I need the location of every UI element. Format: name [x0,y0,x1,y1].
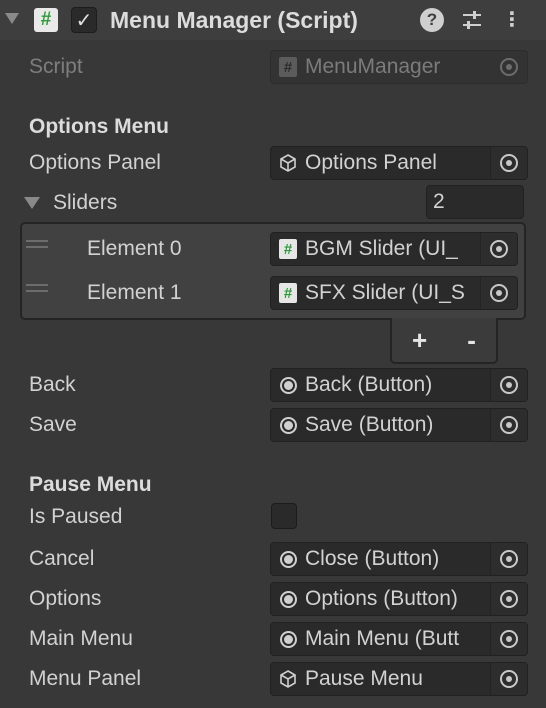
script-field: # MenuManager [270,50,528,84]
object-picker-button[interactable] [490,369,527,401]
list-add-remove-footer: + - [390,318,498,364]
script-icon: # [34,8,58,32]
save-label: Save [29,413,77,436]
target-icon [490,240,508,258]
button-icon [279,376,297,394]
target-icon [500,416,518,434]
element-0-label: Element 0 [87,237,182,260]
script-field-value: MenuManager [305,55,441,78]
main-menu-value: Main Menu (Butt [305,627,460,650]
object-picker-button[interactable] [490,663,527,695]
target-icon [490,284,508,302]
cancel-field[interactable]: Close (Button) [270,542,528,576]
options-panel-value: Options Panel [305,151,437,174]
element-1-label: Element 1 [87,281,182,304]
script-icon: # [279,239,297,259]
options-menu-header: Options Menu [29,115,169,138]
element-1-value: SFX Slider (UI_S [305,281,465,304]
back-field[interactable]: Back (Button) [270,368,528,402]
is-paused-label: Is Paused [29,505,123,528]
options-label: Options [29,587,102,610]
object-picker-button[interactable] [490,409,527,441]
sliders-size-field[interactable]: 2 [426,185,524,219]
menu-panel-label: Menu Panel [29,667,142,690]
object-picker-button [491,51,527,83]
target-icon [500,550,518,568]
target-icon [500,590,518,608]
remove-element-button[interactable]: - [467,325,476,355]
options-panel-field[interactable]: Options Panel [270,146,528,180]
options-panel-label: Options Panel [29,151,161,174]
menu-panel-field[interactable]: Pause Menu [270,662,528,696]
button-icon [279,590,297,608]
presets-settings-icon[interactable] [460,8,484,38]
object-picker-button[interactable] [490,623,527,655]
object-picker-button[interactable] [480,233,517,265]
object-picker-button[interactable] [480,277,517,309]
menu-panel-value: Pause Menu [305,667,423,690]
element-0-value: BGM Slider (UI_ [305,237,458,260]
element-1-field[interactable]: # SFX Slider (UI_S [270,276,518,310]
back-value: Back (Button) [305,373,433,396]
is-paused-checkbox[interactable] [271,503,297,529]
script-icon: # [279,57,297,77]
button-icon [279,416,297,434]
save-field[interactable]: Save (Button) [270,408,528,442]
target-icon [500,670,518,688]
object-picker-button[interactable] [490,147,527,179]
button-icon [279,550,297,568]
component-title: Menu Manager (Script) [110,7,358,33]
foldout-arrow-icon[interactable] [5,13,19,24]
drag-handle-icon[interactable] [26,240,48,248]
options-field[interactable]: Options (Button) [270,582,528,616]
main-menu-field[interactable]: Main Menu (Butt [270,622,528,656]
pause-menu-header: Pause Menu [29,473,152,496]
script-label: Script [29,55,83,78]
element-0-field[interactable]: # BGM Slider (UI_ [270,232,518,266]
gameobject-icon [280,670,296,688]
target-icon [500,154,518,172]
main-menu-label: Main Menu [29,627,133,650]
target-icon [500,376,518,394]
button-icon [279,630,297,648]
sliders-label[interactable]: Sliders [53,189,117,217]
cancel-value: Close (Button) [305,547,440,570]
target-icon [500,630,518,648]
drag-handle-icon[interactable] [26,284,48,292]
component-enabled-checkbox[interactable]: ✓ [71,7,97,33]
script-icon: # [279,283,297,303]
save-value: Save (Button) [305,413,434,436]
back-label: Back [29,373,76,396]
help-icon[interactable]: ? [420,8,444,32]
sliders-icon [463,11,481,29]
target-icon [500,58,518,76]
object-picker-button[interactable] [490,583,527,615]
more-options-icon[interactable]: ⋮ [500,8,524,32]
cancel-label: Cancel [29,547,95,570]
options-value: Options (Button) [305,587,458,610]
sliders-foldout-arrow-icon[interactable] [24,197,40,209]
object-picker-button[interactable] [490,543,527,575]
add-element-button[interactable]: + [412,325,427,355]
gameobject-icon [280,154,296,172]
